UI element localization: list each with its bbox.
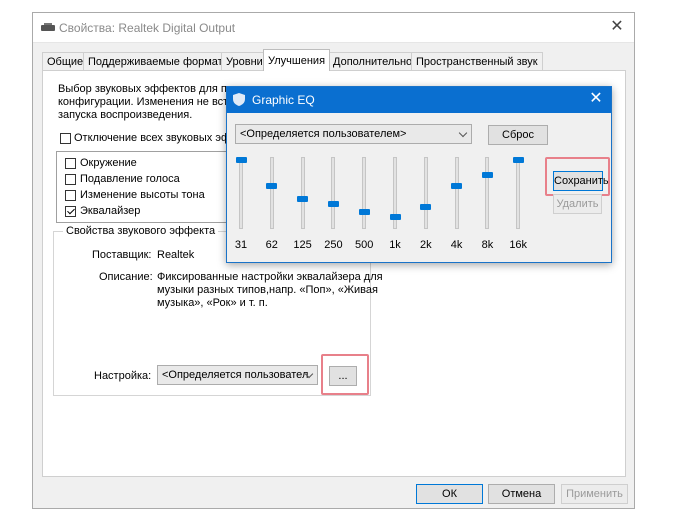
eq-title-bar[interactable]: Graphic EQ ✕ <box>227 87 611 113</box>
effect-checkbox-voice-cancel[interactable] <box>65 174 76 185</box>
eq-slider-thumb[interactable] <box>297 196 309 203</box>
eq-slider-track[interactable] <box>331 157 336 229</box>
eq-slider-track[interactable] <box>485 157 490 229</box>
chevron-down-icon <box>458 128 468 138</box>
eq-frequency-label: 125 <box>293 239 312 251</box>
speaker-icon <box>41 23 55 31</box>
description-line-2: конфигурации. Изменения не вступ <box>58 96 240 108</box>
eq-frequency-label: 31 <box>234 239 248 251</box>
provider-label: Поставщик: <box>92 249 152 261</box>
eq-preset-value: <Определяется пользователем> <box>240 128 407 140</box>
effect-label-equalizer: Эквалайзер <box>80 205 141 217</box>
disable-all-label: Отключение всех звуковых эфф <box>74 132 240 144</box>
eq-slider-track[interactable] <box>300 157 305 229</box>
disable-all-checkbox[interactable] <box>60 133 71 144</box>
eq-frequency-label: 8k <box>481 239 494 251</box>
tab-levels[interactable]: Уровни <box>221 52 268 70</box>
eq-frequency-label: 4k <box>450 239 463 251</box>
setting-label: Настройка: <box>94 370 152 382</box>
close-icon[interactable]: ✕ <box>606 17 628 37</box>
eq-slider-thumb[interactable] <box>266 183 278 190</box>
effect-checkbox-pitch[interactable] <box>65 190 76 201</box>
tab-enhancements[interactable]: Улучшения <box>263 49 331 71</box>
eq-reset-button[interactable]: Сброс <box>488 125 548 145</box>
description-value-line-2: музыки разных типов,напр. «Поп», «Живая <box>157 284 378 296</box>
eq-slider-track[interactable] <box>362 157 367 229</box>
eq-frequency-label: 1k <box>389 239 401 251</box>
setting-select-value: <Определяется пользовател <box>162 369 309 381</box>
shield-icon <box>233 93 245 106</box>
provider-value: Realtek <box>157 249 195 261</box>
tab-general[interactable]: Общие <box>42 52 89 70</box>
eq-slider-thumb[interactable] <box>481 171 493 178</box>
eq-slider-thumb[interactable] <box>420 203 432 210</box>
cancel-button[interactable]: Отмена <box>488 484 555 504</box>
eq-slider-thumb[interactable] <box>512 157 524 163</box>
eq-slider-thumb[interactable] <box>327 201 339 208</box>
eq-frequency-label: 16k <box>509 239 528 251</box>
tab-spatial-sound[interactable]: Пространственный звук <box>411 52 543 70</box>
eq-slider-thumb[interactable] <box>389 213 401 220</box>
tab-advanced[interactable]: Дополнительно <box>328 52 418 70</box>
apply-button[interactable]: Применить <box>561 484 628 504</box>
eq-slider-track[interactable] <box>516 157 521 229</box>
close-icon[interactable]: ✕ <box>585 89 607 109</box>
effect-properties-title: Свойства звукового эффекта <box>63 225 219 237</box>
eq-title: Graphic EQ <box>252 93 315 107</box>
description-line-3: запуска воспроизведения. <box>58 109 193 121</box>
eq-frequency-label: 62 <box>265 239 278 251</box>
effects-list: Окружение Подавление голоса Изменение вы… <box>56 151 236 223</box>
eq-delete-button[interactable]: Удалить <box>553 194 602 214</box>
description-line-1: Выбор звуковых эффектов для при <box>58 83 240 95</box>
window-title: Свойства: Realtek Digital Output <box>59 21 236 35</box>
eq-slider-track[interactable] <box>423 157 428 229</box>
eq-slider-thumb[interactable] <box>235 157 247 163</box>
eq-slider-thumb[interactable] <box>358 208 370 215</box>
description-value-line-1: Фиксированные настройки эквалайзера для <box>157 271 383 283</box>
description-value-line-3: музыка», «Рок» и т. п. <box>157 297 268 309</box>
effect-label-pitch: Изменение высоты тона <box>80 189 205 201</box>
effect-label-surround: Окружение <box>80 157 137 169</box>
eq-frequency-label: 250 <box>324 239 343 251</box>
eq-slider-track[interactable] <box>239 157 243 229</box>
tab-supported-formats[interactable]: Поддерживаемые форматы <box>83 52 236 70</box>
description-label: Описание: <box>99 271 153 283</box>
effect-checkbox-equalizer[interactable] <box>65 206 76 217</box>
highlight-save-button <box>545 157 610 196</box>
eq-frequency-label: 500 <box>355 239 374 251</box>
effect-label-voice-cancel: Подавление голоса <box>80 173 180 185</box>
eq-slider-track[interactable] <box>269 157 274 229</box>
setting-select[interactable]: <Определяется пользовател <box>157 365 318 385</box>
eq-preset-select[interactable]: <Определяется пользователем> <box>235 124 472 144</box>
highlight-more-button <box>321 354 369 395</box>
graphic-eq-dialog: Graphic EQ ✕ <Определяется пользователем… <box>226 86 612 263</box>
title-bar[interactable]: Свойства: Realtek Digital Output ✕ <box>33 13 634 43</box>
ok-button[interactable]: ОК <box>416 484 483 504</box>
eq-slider-thumb[interactable] <box>451 183 463 190</box>
eq-slider-track[interactable] <box>454 157 459 229</box>
eq-frequency-label: 2k <box>419 239 432 251</box>
effect-checkbox-surround[interactable] <box>65 158 76 169</box>
